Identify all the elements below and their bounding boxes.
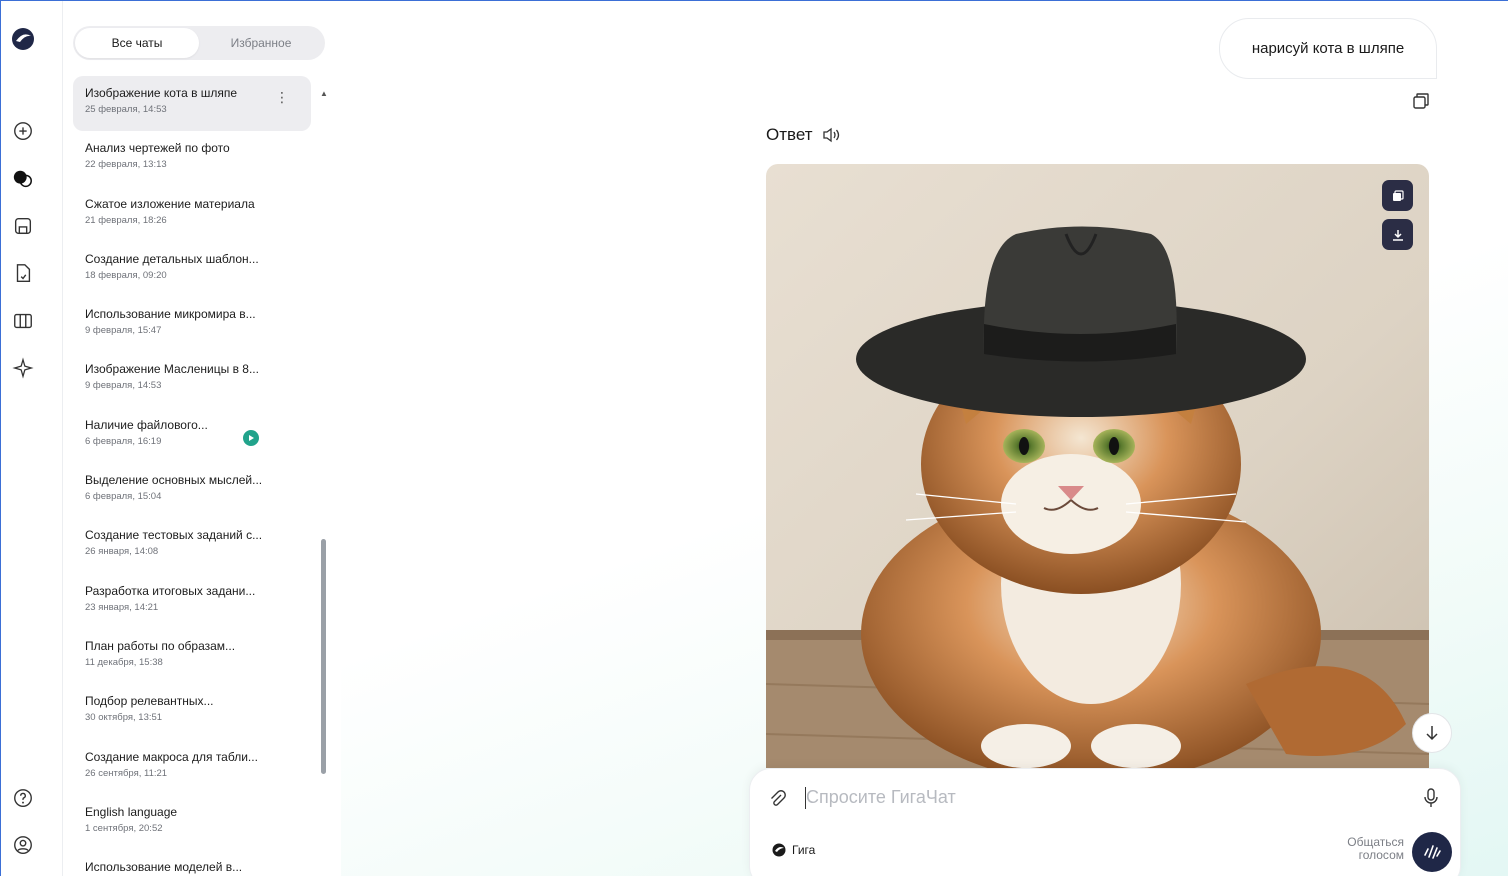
chat-filter-tabs: Все чаты Избранное bbox=[73, 26, 325, 60]
chat-title: Изображение кота в шляпе bbox=[85, 86, 238, 100]
giga-logo-icon bbox=[772, 843, 786, 857]
message-composer: Спросите ГигаЧат Гига Общаться голосом bbox=[749, 768, 1461, 876]
generated-cat-image[interactable] bbox=[766, 164, 1429, 768]
chat-list-panel: Все чаты Избранное Изображение кота в шл… bbox=[63, 1, 341, 876]
tab-all-chats[interactable]: Все чаты bbox=[75, 28, 199, 58]
arrow-down-icon bbox=[1426, 726, 1438, 741]
cat-in-hat-illustration bbox=[766, 164, 1429, 768]
chat-list-item[interactable]: Создание макроса для табли... 26 сентябр… bbox=[73, 740, 311, 795]
chat-title: Создание тестовых заданий с... bbox=[85, 528, 263, 543]
chat-list-item[interactable]: Изображение кота в шляпе 25 февраля, 14:… bbox=[73, 76, 311, 132]
chat-date: 21 февраля, 18:26 bbox=[85, 214, 167, 226]
library-icon[interactable] bbox=[11, 309, 35, 333]
chat-title: Создание макроса для табли... bbox=[85, 749, 258, 764]
voice-mode-button[interactable] bbox=[1412, 832, 1452, 872]
model-selector[interactable]: Гига bbox=[772, 843, 815, 857]
chat-title: Разработка итоговых задани... bbox=[85, 583, 256, 598]
chat-title: Анализ чертежей по фото bbox=[85, 141, 230, 156]
chat-date: 1 сентября, 20:52 bbox=[85, 822, 163, 834]
new-chat-icon[interactable] bbox=[11, 119, 35, 143]
sparkle-icon[interactable] bbox=[11, 356, 35, 380]
profile-icon[interactable] bbox=[11, 833, 35, 857]
chat-date: 6 февраля, 16:19 bbox=[85, 435, 162, 447]
chat-list-item[interactable]: Использование микромира в... 9 февраля, … bbox=[73, 297, 311, 352]
microphone-icon[interactable] bbox=[1422, 787, 1440, 809]
scroll-up-arrow-icon[interactable]: ▲ bbox=[320, 89, 328, 98]
copy-image-button[interactable] bbox=[1382, 180, 1413, 211]
chat-list-item[interactable]: План работы по образам... 11 декабря, 15… bbox=[73, 629, 311, 684]
logo-icon[interactable] bbox=[11, 27, 35, 51]
chat-list-item[interactable]: Анализ чертежей по фото 22 февраля, 13:1… bbox=[73, 131, 311, 186]
icon-rail bbox=[1, 1, 63, 876]
chat-list-item[interactable]: Сжатое изложение материала 21 февраля, 1… bbox=[73, 187, 311, 242]
speaker-icon[interactable] bbox=[821, 126, 843, 144]
scroll-down-button[interactable] bbox=[1412, 713, 1452, 753]
chat-title: Использование микромира в... bbox=[85, 307, 256, 322]
chat-date: 9 февраля, 14:53 bbox=[85, 380, 162, 392]
chat-list-item[interactable]: Использование моделей в... bbox=[73, 850, 311, 876]
chat-title: Сжатое изложение материала bbox=[85, 196, 255, 211]
waveform-icon bbox=[1424, 845, 1441, 859]
chat-title: Изображение Масленицы в 8... bbox=[85, 362, 259, 377]
chat-list-item[interactable]: Создание детальных шаблон... 18 февраля,… bbox=[73, 242, 311, 297]
chat-list-item[interactable]: Создание тестовых заданий с... 26 января… bbox=[73, 518, 311, 573]
chat-list-item[interactable]: Изображение Масленицы в 8... 9 февраля, … bbox=[73, 352, 311, 407]
more-options-icon[interactable]: ⋮ bbox=[275, 90, 289, 104]
chat-title: Подбор релевантных... bbox=[85, 694, 214, 709]
chat-date: 22 февраля, 13:13 bbox=[85, 159, 167, 171]
chat-list: Изображение кота в шляпе 25 февраля, 14:… bbox=[73, 76, 311, 876]
chat-date: 30 октября, 13:51 bbox=[85, 712, 163, 724]
download-image-button[interactable] bbox=[1382, 219, 1413, 250]
copy-message-icon[interactable] bbox=[1411, 91, 1431, 111]
user-message-bubble: нарисуй кота в шляпе bbox=[1219, 18, 1437, 79]
chat-date: 26 сентября, 11:21 bbox=[85, 767, 168, 779]
chat-date: 11 декабря, 15:38 bbox=[85, 656, 163, 668]
chat-date: 9 февраля, 15:47 bbox=[85, 325, 162, 337]
chat-date: 25 февраля, 14:53 bbox=[85, 104, 167, 115]
chat-title: Использование моделей в... bbox=[85, 860, 243, 875]
chat-title: Выделение основных мыслей... bbox=[85, 473, 263, 488]
chat-title: Наличие файлового... bbox=[85, 417, 208, 432]
copy-icon bbox=[1392, 189, 1404, 201]
saved-icon[interactable] bbox=[11, 214, 35, 238]
user-message-text: нарисуй кота в шляпе bbox=[1251, 40, 1405, 57]
chat-list-scrollbar[interactable] bbox=[321, 539, 326, 774]
voice-mode-label: Общаться голосом bbox=[1334, 836, 1404, 862]
chat-date: 6 февраля, 15:04 bbox=[85, 491, 162, 503]
chat-list-item[interactable]: Подбор релевантных... 30 октября, 13:51 bbox=[73, 684, 311, 739]
voice-label-line2: голосом bbox=[1358, 848, 1404, 862]
chat-date: 23 января, 14:21 bbox=[85, 601, 159, 613]
tab-favorites[interactable]: Избранное bbox=[199, 28, 323, 58]
answer-label: Ответ bbox=[766, 125, 813, 144]
chat-title: План работы по образам... bbox=[85, 638, 236, 653]
attach-icon[interactable] bbox=[768, 789, 788, 809]
play-icon[interactable] bbox=[243, 429, 259, 446]
chat-list-item[interactable]: Наличие файлового... 6 февраля, 16:19 bbox=[73, 408, 311, 463]
model-label: Гига bbox=[792, 843, 816, 857]
help-icon[interactable] bbox=[11, 786, 35, 810]
message-input[interactable]: Спросите ГигаЧат bbox=[806, 787, 956, 808]
chat-list-item[interactable]: Выделение основных мыслей... 6 февраля, … bbox=[73, 463, 311, 518]
chat-list-item[interactable]: English language 1 сентября, 20:52 bbox=[73, 795, 311, 850]
answer-header: Ответ bbox=[766, 125, 843, 145]
chat-title: English language bbox=[85, 804, 178, 819]
files-icon[interactable] bbox=[11, 261, 35, 285]
chat-title: Создание детальных шаблон... bbox=[85, 251, 259, 266]
download-icon bbox=[1392, 229, 1403, 241]
chat-date: 18 февраля, 09:20 bbox=[85, 269, 167, 281]
app-window: Все чаты Избранное Изображение кота в шл… bbox=[0, 0, 1508, 876]
chats-icon[interactable] bbox=[11, 167, 35, 191]
chat-date: 26 января, 14:08 bbox=[85, 546, 159, 558]
chat-list-item[interactable]: Разработка итоговых задани... 23 января,… bbox=[73, 574, 311, 629]
